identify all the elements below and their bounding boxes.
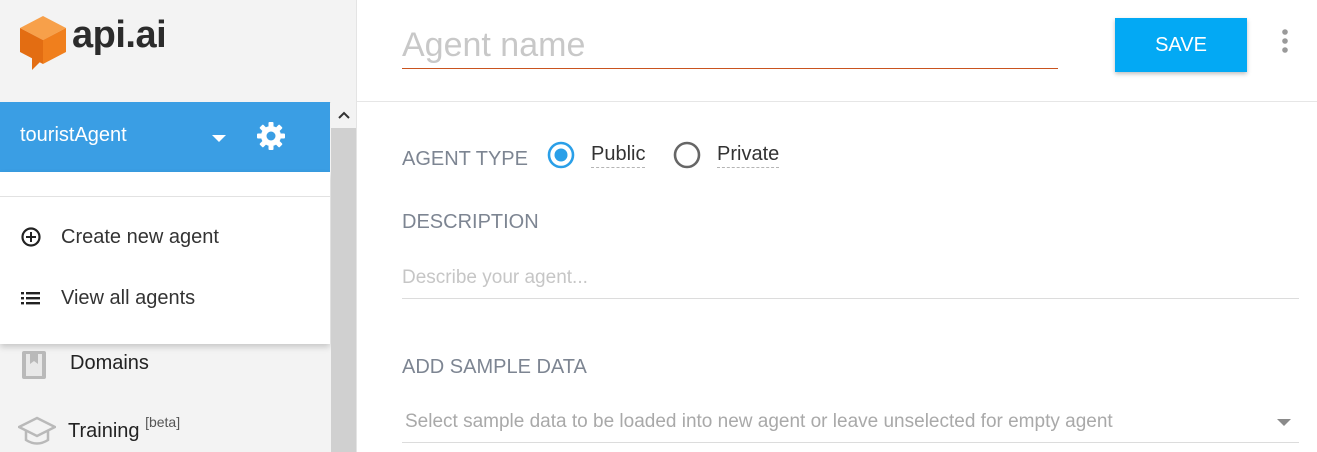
agent-dropdown-menu: Create new agent View all agents	[0, 172, 330, 344]
view-all-agents-item[interactable]: View all agents	[0, 273, 330, 323]
scroll-up-icon[interactable]	[331, 102, 356, 128]
agent-selector-name: touristAgent	[20, 124, 127, 146]
gear-icon[interactable]	[256, 121, 286, 151]
sidebar-divider	[356, 0, 357, 452]
book-icon	[22, 351, 46, 379]
create-new-agent-label: Create new agent	[61, 225, 219, 248]
description-input[interactable]	[402, 258, 1299, 299]
save-button[interactable]: SAVE	[1115, 18, 1247, 72]
logo-bar: api.ai	[0, 0, 356, 103]
radio-private[interactable]	[673, 141, 701, 169]
sidebar-item-training[interactable]: Training [beta]	[0, 408, 330, 448]
create-new-agent-item[interactable]: Create new agent	[0, 212, 330, 262]
view-all-agents-label: View all agents	[61, 286, 196, 309]
list-icon	[21, 292, 40, 305]
sidebar-item-domains-label: Domains	[70, 352, 149, 374]
sidebar: api.ai touristAgent Create new agent Vie…	[0, 0, 356, 452]
radio-public-label[interactable]: Public	[591, 143, 646, 168]
dropdown-spacer	[0, 172, 330, 197]
logo-text[interactable]: api.ai	[72, 14, 167, 57]
sidebar-scrollbar[interactable]	[331, 102, 356, 452]
header-divider	[357, 101, 1317, 102]
agent-type-label: AGENT TYPE	[402, 148, 528, 170]
beta-badge: [beta]	[145, 414, 181, 430]
sample-data-select[interactable]: Select sample data to be loaded into new…	[402, 402, 1299, 443]
description-label: DESCRIPTION	[402, 211, 539, 233]
training-label-text: Training	[68, 420, 140, 442]
graduation-cap-icon	[18, 416, 56, 445]
radio-public[interactable]	[547, 141, 575, 169]
sample-data-label: ADD SAMPLE DATA	[402, 356, 587, 378]
chevron-down-icon[interactable]	[212, 135, 226, 142]
sample-data-placeholder: Select sample data to be loaded into new…	[405, 411, 1113, 432]
chevron-down-icon[interactable]	[1277, 419, 1291, 426]
more-vert-icon[interactable]	[1276, 27, 1294, 57]
agent-name-input[interactable]	[402, 22, 1058, 69]
sidebar-item-training-label: Training [beta]	[68, 414, 180, 443]
radio-private-label[interactable]: Private	[717, 143, 780, 168]
api-ai-logo-icon	[20, 16, 66, 70]
add-circle-icon	[21, 227, 41, 247]
sidebar-item-domains[interactable]: Domains	[0, 344, 330, 384]
